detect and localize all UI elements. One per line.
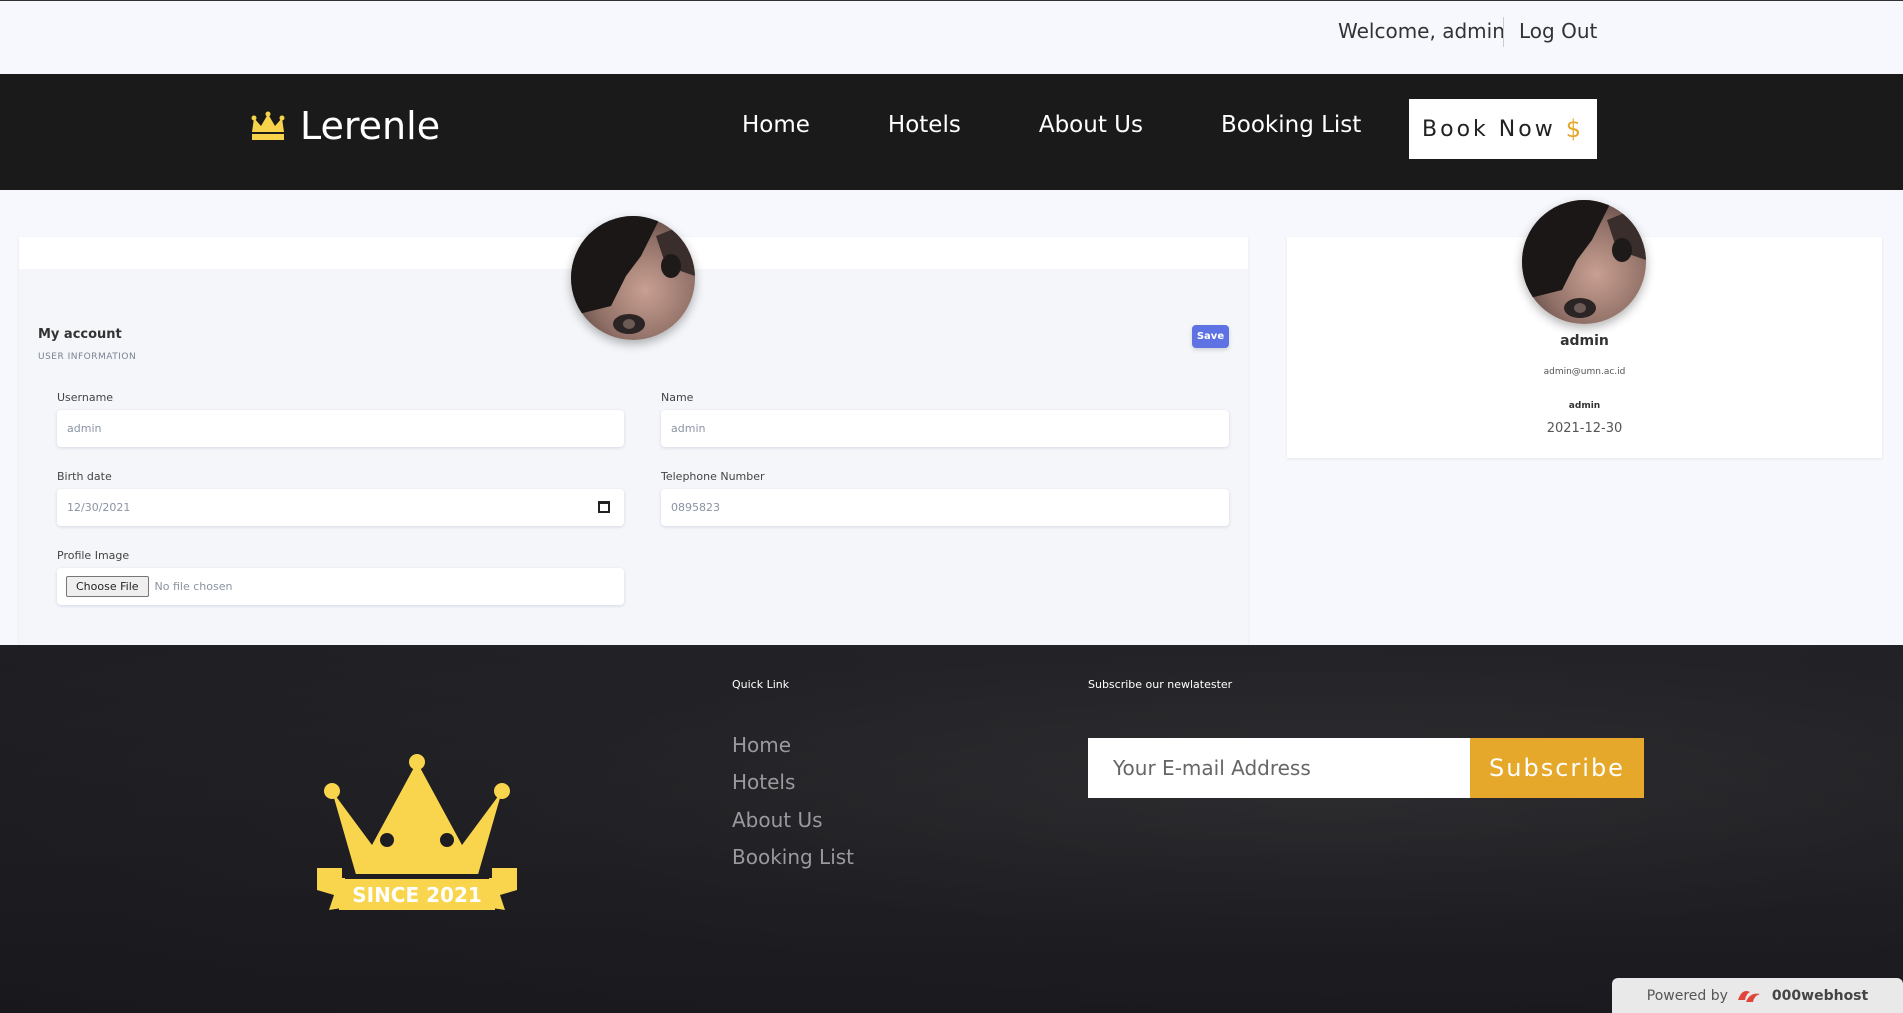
divider bbox=[1503, 17, 1504, 47]
footer-link-home[interactable]: Home bbox=[732, 733, 791, 757]
name-input[interactable]: admin bbox=[661, 410, 1229, 447]
footer-background-image bbox=[0, 645, 1903, 1013]
nav-hotels[interactable]: Hotels bbox=[888, 112, 961, 138]
footer-link-booking-list[interactable]: Booking List bbox=[732, 845, 854, 869]
birth-date-value: 12/30/2021 bbox=[67, 501, 131, 514]
save-button[interactable]: Save bbox=[1192, 325, 1229, 348]
profile-email: admin@umn.ac.id bbox=[1543, 367, 1626, 377]
username-label: Username bbox=[57, 391, 114, 404]
powered-by-badge[interactable]: Powered by 000webhost bbox=[1612, 978, 1903, 1013]
book-now-button[interactable]: Book Now $ bbox=[1409, 99, 1597, 159]
footer-link-hotels[interactable]: Hotels bbox=[732, 770, 795, 794]
book-now-label: Book Now bbox=[1422, 116, 1556, 142]
subscribe-button[interactable]: Subscribe bbox=[1470, 738, 1644, 798]
brand[interactable]: Lerenle bbox=[248, 104, 440, 148]
nav-home[interactable]: Home bbox=[742, 112, 810, 138]
telephone-value: 0895823 bbox=[671, 501, 720, 514]
welcome-text: Welcome, admin bbox=[1338, 19, 1505, 43]
subscribe-title: Subscribe our newlatester bbox=[1088, 678, 1233, 691]
main-navbar: Lerenle Home Hotels About Us Booking Lis… bbox=[0, 74, 1903, 190]
birth-date-label: Birth date bbox=[57, 470, 112, 483]
telephone-label: Telephone Number bbox=[661, 470, 765, 483]
email-placeholder: Your E-mail Address bbox=[1113, 756, 1311, 780]
profile-role: admin bbox=[1568, 401, 1601, 411]
top-bar: Welcome, admin Log Out bbox=[0, 0, 1903, 74]
brand-name: Lerenle bbox=[300, 104, 441, 148]
quick-link-title: Quick Link bbox=[732, 678, 790, 691]
footer bbox=[0, 645, 1903, 1013]
section-subtitle: USER INFORMATION bbox=[38, 352, 137, 362]
telephone-input[interactable]: 0895823 bbox=[661, 489, 1229, 526]
host-name: 000webhost bbox=[1771, 987, 1869, 1004]
webhost-logo-icon bbox=[1737, 990, 1760, 1002]
nav-about-us[interactable]: About Us bbox=[1039, 112, 1143, 138]
birth-date-input[interactable]: 12/30/2021 bbox=[57, 489, 624, 526]
username-input[interactable]: admin bbox=[57, 410, 624, 447]
powered-by-label: Powered by bbox=[1646, 987, 1728, 1004]
section-title: My account bbox=[38, 327, 122, 342]
name-label: Name bbox=[661, 391, 694, 404]
logo-badge-text: SINCE 2021 bbox=[352, 883, 482, 907]
choose-file-button[interactable]: Choose File bbox=[66, 576, 149, 597]
crown-icon bbox=[251, 111, 285, 140]
footer-link-about-us[interactable]: About Us bbox=[732, 808, 823, 832]
username-value: admin bbox=[67, 422, 102, 435]
logout-link[interactable]: Log Out bbox=[1519, 19, 1597, 43]
name-value: admin bbox=[671, 422, 706, 435]
newsletter-email-input[interactable]: Your E-mail Address bbox=[1088, 738, 1470, 798]
avatar-photo-icon bbox=[1522, 200, 1646, 324]
avatar-photo-icon bbox=[571, 216, 695, 340]
calendar-icon[interactable] bbox=[598, 501, 610, 513]
profile-avatar bbox=[571, 216, 695, 340]
profile-date: 2021-12-30 bbox=[1546, 421, 1623, 436]
file-status: No file chosen bbox=[154, 580, 233, 593]
profile-name: admin bbox=[1560, 333, 1609, 349]
nav-links: Home Hotels About Us Booking List bbox=[742, 112, 1439, 138]
nav-booking-list[interactable]: Booking List bbox=[1221, 112, 1361, 138]
summary-avatar bbox=[1522, 200, 1646, 324]
dollar-icon: $ bbox=[1565, 115, 1584, 143]
profile-image-label: Profile Image bbox=[57, 549, 130, 562]
profile-image-input[interactable]: Choose File No file chosen bbox=[57, 568, 624, 605]
since-2021-crown-logo: SINCE 2021 bbox=[317, 754, 517, 910]
